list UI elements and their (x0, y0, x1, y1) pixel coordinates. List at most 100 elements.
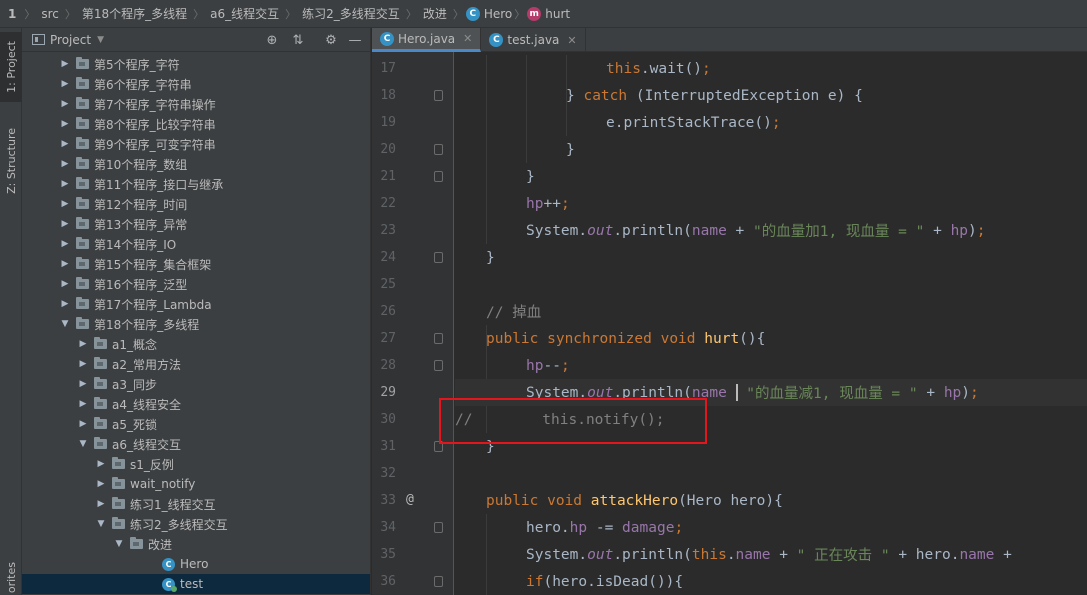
code-line[interactable]: public void attackHero (Hero hero){ (455, 487, 1087, 514)
chevron-right-icon[interactable]: ▶ (60, 79, 70, 89)
breadcrumb-item-improve[interactable]: 改进 (419, 5, 451, 22)
tree-item[interactable]: ▶ wait_notify (22, 474, 370, 494)
fold-marker-icon[interactable] (434, 576, 443, 587)
chevron-down-icon[interactable]: ▼ (96, 519, 106, 529)
code-line[interactable]: // 掉血 (455, 298, 1087, 325)
tree-item[interactable]: ▼ 第18个程序_多线程 (22, 314, 370, 334)
minimize-icon[interactable]: — (347, 32, 363, 48)
tree-item[interactable]: ▶ 第5个程序_字符 (22, 54, 370, 74)
project-tool-tab[interactable]: 1: Project (0, 32, 22, 102)
breadcrumb-item-hurt[interactable]: m hurt (527, 6, 570, 21)
fold-marker-icon[interactable] (434, 333, 443, 344)
tree-item[interactable]: ▶ 第16个程序_泛型 (22, 274, 370, 294)
code-line[interactable]: } catch (InterruptedException e) { (455, 82, 1087, 109)
chevron-right-icon[interactable]: ▶ (60, 159, 70, 169)
breadcrumb-item-hero[interactable]: C Hero (465, 6, 512, 21)
tree-item[interactable]: ▶ a3_同步 (22, 374, 370, 394)
code-token: hp (526, 357, 544, 374)
code-line[interactable]: } (455, 163, 1087, 190)
code-line[interactable]: hero. hp -= damage; (455, 514, 1087, 541)
tree-item[interactable]: ▶ 第11个程序_接口与继承 (22, 174, 370, 194)
code-line[interactable]: hp ++; (455, 190, 1087, 217)
tree-item[interactable]: C Hero (22, 554, 370, 574)
fold-marker-icon[interactable] (434, 171, 443, 182)
chevron-right-icon[interactable]: ▶ (96, 479, 106, 489)
tree-item[interactable]: ▶ 第6个程序_字符串 (22, 74, 370, 94)
chevron-right-icon[interactable]: ▶ (60, 59, 70, 69)
fold-marker-icon[interactable] (434, 522, 443, 533)
gear-icon[interactable]: ⚙ (323, 32, 339, 48)
chevron-right-icon[interactable]: ▶ (60, 199, 70, 209)
code-line[interactable]: System. out .println(this. name + " 正在攻击 " … (455, 541, 1087, 568)
fold-marker-icon[interactable] (434, 360, 443, 371)
chevron-down-icon[interactable]: ▼ (60, 319, 70, 329)
structure-tool-tab[interactable]: Z: Structure (0, 116, 22, 206)
chevron-right-icon[interactable]: ▶ (78, 339, 88, 349)
tree-item[interactable]: ▼ 练习2_多线程交互 (22, 514, 370, 534)
tree-item[interactable]: ▶ 第7个程序_字符串操作 (22, 94, 370, 114)
locate-icon[interactable]: ⊕ (264, 32, 280, 48)
tree-item[interactable]: Ctest (22, 574, 370, 594)
close-icon[interactable]: ✕ (567, 34, 576, 47)
fold-marker-icon[interactable] (434, 90, 443, 101)
code-line[interactable]: hp --; (455, 352, 1087, 379)
chevron-right-icon[interactable]: ▶ (96, 499, 106, 509)
fold-marker-icon[interactable] (434, 144, 443, 155)
tab-test-java[interactable]: C test.java ✕ (481, 28, 586, 52)
breadcrumb-item-src[interactable]: src (37, 7, 63, 21)
code-line[interactable]: System. out .println(name + "的血量加1, 现血量 = … (455, 217, 1087, 244)
code-line[interactable]: } (455, 136, 1087, 163)
chevron-right-icon[interactable]: ▶ (78, 399, 88, 409)
tree-item[interactable]: ▶ 练习1_线程交互 (22, 494, 370, 514)
chevron-down-icon[interactable]: ▼ (97, 35, 104, 45)
tree-item[interactable]: ▶ 第13个程序_异常 (22, 214, 370, 234)
chevron-right-icon[interactable]: ▶ (60, 299, 70, 309)
code-line[interactable] (455, 271, 1087, 298)
chevron-down-icon[interactable]: ▼ (114, 539, 124, 549)
fold-marker-icon[interactable] (434, 252, 443, 263)
tree-item[interactable]: ▶ 第10个程序_数组 (22, 154, 370, 174)
tree-item[interactable]: ▶ 第12个程序_时间 (22, 194, 370, 214)
project-view-title[interactable]: Project (50, 33, 91, 47)
code-line[interactable]: if (hero.isDead()){ (455, 568, 1087, 595)
chevron-right-icon[interactable]: ▶ (60, 219, 70, 229)
tree-item[interactable]: ▶ 第9个程序_可变字符串 (22, 134, 370, 154)
breadcrumb-item-a6[interactable]: a6_线程交互 (206, 5, 283, 22)
chevron-right-icon[interactable]: ▶ (78, 359, 88, 369)
code-line[interactable]: this. wait(); (455, 55, 1087, 82)
code-line[interactable]: } (455, 244, 1087, 271)
chevron-right-icon[interactable]: ▶ (60, 179, 70, 189)
breadcrumb-item-package-18[interactable]: 第18个程序_多线程 (78, 5, 191, 22)
chevron-right-icon[interactable]: ▶ (96, 459, 106, 469)
collapse-icon[interactable]: ⇅ (290, 32, 306, 48)
breadcrumb-item-exercise2[interactable]: 练习2_多线程交互 (298, 5, 404, 22)
chevron-right-icon[interactable]: ▶ (60, 279, 70, 289)
tree-item[interactable]: ▶ s1_反例 (22, 454, 370, 474)
chevron-right-icon[interactable]: ▶ (78, 379, 88, 389)
favorites-tool-tab[interactable]: orites (0, 560, 22, 595)
chevron-right-icon[interactable]: ▶ (60, 239, 70, 249)
tree-item[interactable]: ▶ 第8个程序_比较字符串 (22, 114, 370, 134)
override-marker-icon[interactable]: @ (406, 492, 414, 507)
tree-item[interactable]: ▶ a4_线程安全 (22, 394, 370, 414)
close-icon[interactable]: ✕ (463, 32, 472, 45)
tree-item[interactable]: ▶ 第15个程序_集合框架 (22, 254, 370, 274)
code-editor[interactable]: this. wait();} catch (InterruptedExceptio… (455, 52, 1087, 595)
chevron-right-icon[interactable]: ▶ (60, 259, 70, 269)
tab-hero-java[interactable]: C Hero.java ✕ (372, 28, 482, 52)
tree-item[interactable]: ▶ a2_常用方法 (22, 354, 370, 374)
tree-item[interactable]: ▶ a1_概念 (22, 334, 370, 354)
chevron-right-icon[interactable]: ▶ (60, 99, 70, 109)
tree-item[interactable]: ▶ 第17个程序_Lambda (22, 294, 370, 314)
chevron-down-icon[interactable]: ▼ (78, 439, 88, 449)
tree-item[interactable]: ▼ a6_线程交互 (22, 434, 370, 454)
code-line[interactable]: e.printStackTrace(); (455, 109, 1087, 136)
code-line[interactable] (455, 460, 1087, 487)
tree-item[interactable]: ▼ 改进 (22, 534, 370, 554)
tree-item[interactable]: ▶ a5_死锁 (22, 414, 370, 434)
code-line[interactable]: public synchronized void hurt(){ (455, 325, 1087, 352)
tree-item[interactable]: ▶ 第14个程序_IO (22, 234, 370, 254)
chevron-right-icon[interactable]: ▶ (60, 139, 70, 149)
chevron-right-icon[interactable]: ▶ (78, 419, 88, 429)
chevron-right-icon[interactable]: ▶ (60, 119, 70, 129)
